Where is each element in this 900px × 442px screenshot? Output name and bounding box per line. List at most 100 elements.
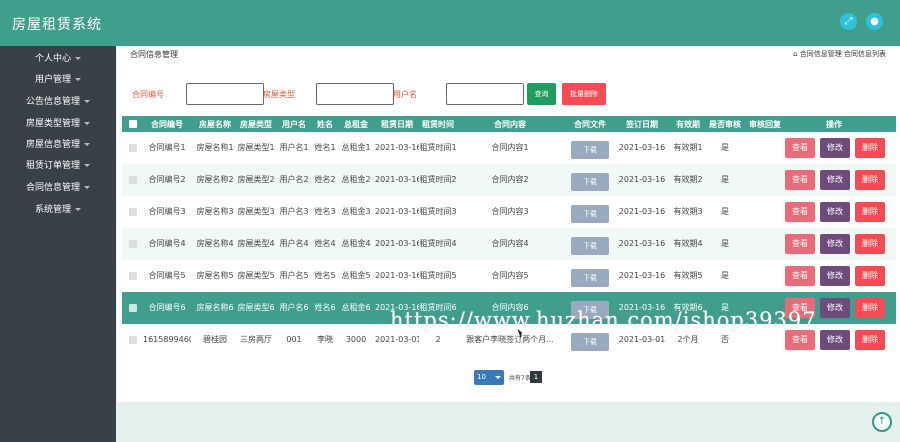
view-button[interactable]: 查看: [785, 202, 815, 222]
edit-button[interactable]: 修改: [820, 202, 850, 222]
page-title: 合同信息管理: [130, 50, 178, 59]
edit-button[interactable]: 修改: [820, 298, 850, 318]
delete-button[interactable]: 删除: [855, 234, 885, 254]
house-type-label: 房屋类型: [263, 90, 295, 99]
table-row[interactable]: 合同编号1 房屋名称1 房屋类型1 用户名1 姓名1 总租金1 2021-03-16 租赁时间…: [122, 132, 896, 164]
column-header[interactable]: 租赁时间: [418, 116, 458, 133]
select-all-checkbox[interactable]: [129, 120, 137, 128]
row-checkbox[interactable]: [129, 144, 137, 152]
table-cell: 用户名6: [279, 303, 309, 312]
table-cell: 有效期5: [673, 271, 703, 280]
sidebar-item-label: 系统管理: [34, 205, 71, 215]
edit-button[interactable]: 修改: [820, 170, 850, 190]
table-cell: [745, 228, 785, 260]
delete-button[interactable]: 删除: [855, 170, 885, 190]
row-checkbox[interactable]: [129, 336, 137, 344]
column-header[interactable]: 租赁日期: [375, 116, 419, 133]
row-checkbox[interactable]: [129, 240, 137, 248]
column-header[interactable]: 合同编号: [143, 116, 191, 133]
download-button[interactable]: 下载: [571, 205, 609, 223]
table-row[interactable]: 合同编号3 房屋名称3 房屋类型3 用户名3 姓名3 总租金3 2021-03-16 租赁时间…: [122, 196, 896, 228]
edit-button[interactable]: 修改: [820, 330, 850, 350]
edit-button[interactable]: 修改: [820, 266, 850, 286]
column-header[interactable]: 合同内容: [455, 116, 565, 133]
download-button[interactable]: 下载: [571, 173, 609, 191]
house-type-input[interactable]: [316, 83, 394, 105]
row-checkbox[interactable]: [129, 272, 137, 280]
column-header[interactable]: 有效期: [668, 116, 708, 133]
username-input[interactable]: [446, 83, 524, 105]
view-button[interactable]: 查看: [785, 138, 815, 158]
table-cell: 房屋名称2: [196, 175, 234, 184]
delete-button[interactable]: 删除: [855, 330, 885, 350]
chevron-down-icon: [75, 78, 81, 81]
table-cell: 用户名2: [279, 175, 309, 184]
table-cell: 2021-03-16: [618, 239, 666, 248]
view-button[interactable]: 查看: [785, 170, 815, 190]
delete-button[interactable]: 删除: [855, 298, 885, 318]
sidebar-item[interactable]: 合同信息管理: [0, 179, 116, 197]
column-header[interactable]: 合同文件: [565, 116, 615, 133]
sidebar-item[interactable]: 公告信息管理: [0, 93, 116, 111]
column-header[interactable]: 是否审核: [706, 116, 744, 133]
sidebar-item[interactable]: 系统管理: [0, 201, 116, 219]
download-button[interactable]: 下载: [571, 333, 609, 351]
table-row[interactable]: 合同编号5 房屋名称5 房屋类型5 用户名5 姓名5 总租金5 2021-03-16 租赁时间…: [122, 260, 896, 292]
search-button[interactable]: 查询: [527, 83, 556, 105]
download-button[interactable]: 下载: [571, 237, 609, 255]
table-cell: 房屋名称1: [196, 143, 234, 152]
batch-delete-button[interactable]: 批量删除: [562, 83, 606, 105]
view-button[interactable]: 查看: [785, 266, 815, 286]
column-header[interactable]: 房屋类型: [235, 116, 277, 133]
download-button[interactable]: 下载: [571, 141, 609, 159]
page-number-button[interactable]: 1: [530, 371, 542, 383]
table-cell: 房屋类型2: [237, 175, 275, 184]
table-cell: 有效期3: [673, 207, 703, 216]
view-button[interactable]: 查看: [785, 330, 815, 350]
table-cell: 租赁时间2: [419, 175, 457, 184]
sidebar-item[interactable]: 房屋信息管理: [0, 136, 116, 154]
edit-button[interactable]: 修改: [820, 138, 850, 158]
table-header: 合同编号 房屋名称 房屋类型 用户名 姓名 总租金 租赁日期 租赁时间 合同内容 合同文件 签订日期…: [122, 116, 896, 133]
table-cell: 总租金4: [341, 239, 371, 248]
column-header[interactable]: 姓名: [311, 116, 339, 133]
sidebar-item-label: 个人中心: [34, 54, 71, 64]
view-button[interactable]: 查看: [785, 234, 815, 254]
table-cell: 李晓: [317, 335, 333, 344]
table-row[interactable]: 合同编号4 房屋名称4 房屋类型4 用户名4 姓名4 总租金4 2021-03-16 租赁时间…: [122, 228, 896, 260]
page-size-select[interactable]: 10: [474, 370, 504, 385]
sidebar-item[interactable]: 房屋类型管理: [0, 115, 116, 133]
arrow-up-icon[interactable]: ↑: [872, 412, 892, 432]
contract-number-input[interactable]: [186, 83, 264, 105]
table-cell: 三房两厅: [240, 335, 272, 344]
delete-button[interactable]: 删除: [855, 138, 885, 158]
column-header[interactable]: 签订日期: [617, 116, 667, 133]
sidebar-item[interactable]: 租赁订单管理: [0, 157, 116, 175]
table-cell: 房屋类型5: [237, 271, 275, 280]
table-cell: 房屋类型6: [237, 303, 275, 312]
chevron-down-icon: [84, 122, 90, 125]
download-button[interactable]: 下载: [571, 269, 609, 287]
column-header[interactable]: 用户名: [277, 116, 311, 133]
table-cell: 合同编号3: [148, 207, 186, 216]
column-header[interactable]: 总租金: [339, 116, 373, 133]
chevron-down-icon: [75, 208, 81, 211]
row-checkbox[interactable]: [129, 176, 137, 184]
table-cell: 总租金6: [341, 303, 371, 312]
edit-button[interactable]: 修改: [820, 234, 850, 254]
column-header: 操作: [826, 120, 842, 129]
sidebar-item[interactable]: 个人中心: [0, 50, 116, 68]
sidebar-item-label: 用户管理: [34, 75, 71, 85]
column-header[interactable]: 房屋名称: [194, 116, 236, 133]
user-icon[interactable]: ●: [866, 13, 883, 30]
row-checkbox[interactable]: [129, 304, 137, 312]
row-checkbox[interactable]: [129, 208, 137, 216]
table-row[interactable]: 合同编号2 房屋名称2 房屋类型2 用户名2 姓名2 总租金2 2021-03-16 租赁时间…: [122, 164, 896, 196]
breadcrumb[interactable]: ⌂ 合同信息管理 合同信息列表: [793, 49, 886, 59]
delete-button[interactable]: 删除: [855, 266, 885, 286]
sidebar-item[interactable]: 用户管理: [0, 71, 116, 89]
table-cell: 2021-03-16: [618, 207, 666, 216]
chevron-down-icon: [495, 376, 501, 379]
delete-button[interactable]: 删除: [855, 202, 885, 222]
scale-icon[interactable]: ⤢: [840, 13, 857, 30]
